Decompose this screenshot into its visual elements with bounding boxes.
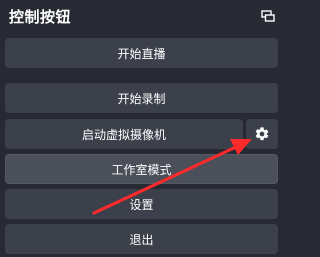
undock-icon[interactable]	[261, 10, 275, 22]
start-stream-button[interactable]: 开始直播	[5, 38, 278, 68]
settings-label: 设置	[129, 197, 154, 212]
start-virtual-camera-label: 启动虚拟摄像机	[81, 127, 166, 142]
start-record-label: 开始录制	[117, 91, 166, 106]
start-stream-label: 开始直播	[117, 46, 166, 61]
exit-label: 退出	[129, 232, 154, 247]
studio-mode-label: 工作室模式	[111, 162, 172, 177]
virtual-camera-settings-button[interactable]	[246, 119, 278, 149]
dock-header: 控制按钮	[0, 0, 283, 32]
exit-button[interactable]: 退出	[5, 224, 278, 254]
gear-icon	[255, 127, 269, 141]
start-virtual-camera-button[interactable]: 启动虚拟摄像机	[5, 119, 243, 149]
start-record-button[interactable]: 开始录制	[5, 83, 278, 113]
dock-title: 控制按钮	[9, 8, 72, 26]
studio-mode-button[interactable]: 工作室模式	[5, 154, 278, 184]
controls-dock: 控制按钮 开始直播 开始录制 启动虚拟摄像机 工作室模式 设置 退出	[0, 0, 283, 257]
settings-button[interactable]: 设置	[5, 189, 278, 219]
